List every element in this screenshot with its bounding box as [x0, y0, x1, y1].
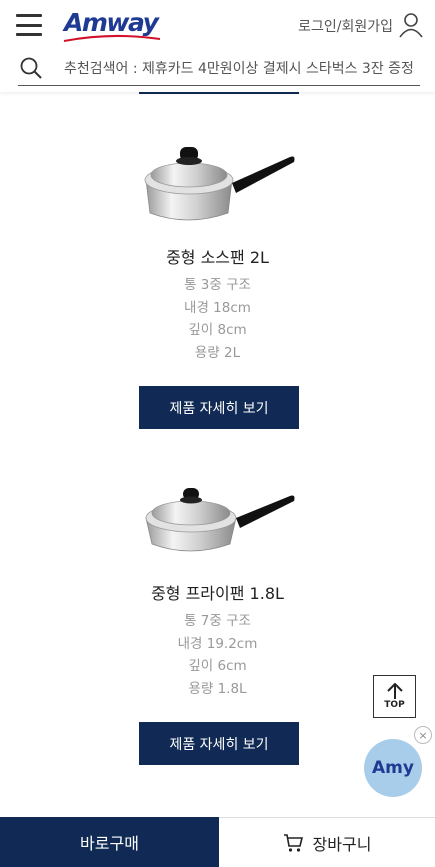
product-spec: 깊이 8cm [188, 322, 247, 338]
logo-swoosh-icon [63, 34, 161, 42]
chatbot-label: Amy [372, 758, 414, 778]
logo-text: Amway [64, 8, 159, 37]
product-name: 중형 프라이팬 1.8L [151, 584, 284, 603]
search-input[interactable]: 추천검색어 : 제휴카드 4만원이상 결제시 스타벅스 3잔 증정 [64, 58, 420, 78]
chatbot-close-button[interactable]: × [414, 726, 432, 744]
product-spec: 깊이 6cm [188, 658, 247, 674]
arrow-up-icon [386, 683, 403, 699]
scroll-top-button[interactable]: TOP [373, 675, 416, 718]
product-name: 중형 소스팬 2L [166, 248, 269, 267]
product-spec: 용량 1.8L [188, 681, 247, 697]
cart-button[interactable]: 장바구니 [219, 817, 435, 867]
product-spec: 용량 2L [194, 345, 241, 361]
buy-now-button[interactable]: 바로구매 [0, 817, 219, 867]
saucepan-image [144, 147, 295, 221]
product-spec: 내경 18cm [184, 300, 251, 316]
product-detail-button[interactable]: 제품 자세히 보기 [139, 722, 299, 765]
scroll-top-label: TOP [384, 700, 405, 710]
cart-icon [283, 833, 303, 852]
bottom-action-bar: 바로구매 장바구니 [0, 817, 435, 867]
frying-pan-image [145, 488, 295, 552]
user-icon[interactable] [399, 12, 423, 38]
amway-logo[interactable]: Amway [62, 6, 162, 46]
menu-icon[interactable] [16, 14, 42, 36]
cart-label: 장바구니 [312, 834, 372, 854]
product-detail-button[interactable]: 제품 자세히 보기 [139, 386, 299, 429]
site-header: Amway 로그인/회원가입 추천검색어 : 제휴카드 4만원이상 결제시 스타… [0, 0, 435, 92]
search-bar[interactable]: 추천검색어 : 제휴카드 4만원이상 결제시 스타벅스 3잔 증정 [18, 52, 420, 86]
product-spec: 통 3중 구조 [184, 277, 251, 293]
product-spec: 통 7중 구조 [184, 613, 251, 629]
login-signup-link[interactable]: 로그인/회원가입 [298, 16, 393, 36]
search-icon[interactable] [20, 57, 42, 79]
chatbot-button[interactable]: Amy [364, 739, 422, 797]
product-spec: 내경 19.2cm [177, 636, 258, 652]
